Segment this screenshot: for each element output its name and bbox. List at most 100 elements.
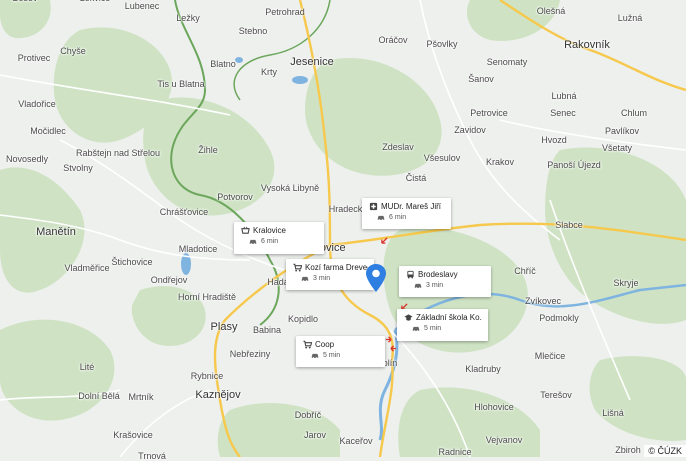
- poi-card-brodeslavy[interactable]: Brodeslavy 3 min: [399, 266, 491, 297]
- place-label: Zbiroh: [615, 445, 641, 455]
- place-label: Chříč: [514, 266, 536, 276]
- place-label: Krty: [260, 67, 278, 77]
- place-label: Žihle: [198, 145, 218, 155]
- car-icon: [412, 325, 420, 332]
- place-label: Chrášťovice: [159, 207, 209, 217]
- map-attribution[interactable]: © ČÚZK: [644, 445, 686, 457]
- place-label: Trnová: [138, 451, 166, 461]
- place-label: Protivec: [17, 53, 51, 63]
- poi-name: Kralovice: [253, 226, 286, 235]
- place-label: Olešná: [536, 6, 566, 16]
- place-label: Ondřejov: [150, 275, 188, 285]
- place-label: Zvíkovec: [524, 296, 562, 306]
- place-label: Kaznějov: [195, 389, 241, 401]
- place-label: Mlečice: [534, 351, 566, 361]
- place-label: Rakovník: [564, 39, 610, 51]
- poi-travel-time: 5 min: [323, 352, 341, 359]
- place-label: Terešov: [540, 390, 572, 400]
- place-label: Rybnice: [190, 371, 224, 381]
- poi-travel-time: 6 min: [389, 214, 407, 221]
- place-label: Horní Hradiště: [177, 292, 237, 302]
- bus-icon: [406, 270, 415, 279]
- place-label: Rabštejn nad Střelou: [75, 148, 161, 158]
- place-label: Lubná: [551, 91, 577, 101]
- poi-pointer-arrow: [385, 330, 392, 343]
- car-icon: [301, 275, 309, 282]
- poi-name: Coop: [315, 340, 335, 349]
- poi-card-farma[interactable]: Kozí farma Drevec 3 min: [286, 259, 374, 290]
- place-label: Pšovlky: [426, 39, 458, 49]
- place-label: Dobříč: [294, 410, 322, 420]
- place-label: Manětín: [36, 226, 76, 238]
- poi-card-skola[interactable]: Základní škola Ko... 5 min: [397, 309, 488, 341]
- poi-travel-time: 3 min: [426, 282, 444, 289]
- place-label: Jesenice: [290, 56, 334, 68]
- place-label: Pavlíkov: [604, 126, 640, 136]
- place-label: Čistá: [405, 173, 427, 183]
- place-label: Nebřeziny: [229, 349, 271, 359]
- place-label: Močidlec: [30, 126, 66, 136]
- place-label: Kopidlo: [287, 314, 319, 324]
- poi-pointer-arrow: [381, 231, 388, 244]
- place-label: Oráčov: [378, 35, 408, 45]
- place-label: Tis u Blatna: [157, 79, 205, 89]
- location-pin-icon[interactable]: [365, 263, 387, 293]
- place-label: Hlohovice: [474, 402, 514, 412]
- shopping-basket-icon: [241, 226, 250, 235]
- poi-name: Kozí farma Drevec: [305, 263, 368, 272]
- place-label: Petrohrad: [265, 7, 305, 17]
- place-label: Všetaty: [601, 143, 633, 153]
- place-label: Vejvanov: [485, 435, 523, 445]
- place-label: Vladměřice: [64, 263, 110, 273]
- place-label: Novosedly: [5, 154, 49, 164]
- poi-card-mudr[interactable]: MUDr. Mareš Jiří 6 min: [362, 198, 451, 229]
- school-icon: [404, 313, 413, 322]
- poi-travel-time: 3 min: [313, 275, 331, 282]
- place-label: Štichovice: [111, 257, 153, 267]
- place-label: Senomaty: [486, 57, 528, 67]
- place-label: Krakov: [485, 157, 515, 167]
- poi-pointer-arrow: [390, 339, 397, 352]
- place-label: Slabce: [555, 220, 583, 230]
- poi-name: Základní škola Ko...: [416, 313, 482, 322]
- place-label: Skryje: [613, 278, 639, 288]
- poi-pointer-arrow: [401, 297, 408, 310]
- place-label: Stvolny: [63, 163, 93, 173]
- place-label: Jarov: [303, 430, 327, 440]
- poi-travel-time: 5 min: [424, 325, 442, 332]
- shopping-cart-icon: [303, 340, 312, 349]
- place-label: Mladotice: [178, 244, 218, 254]
- poi-name: MUDr. Mareš Jiří: [381, 202, 441, 211]
- place-label: Potvorov: [217, 192, 253, 202]
- poi-card-kralovice[interactable]: Kralovice 6 min: [234, 222, 324, 254]
- car-icon: [414, 282, 422, 289]
- car-icon: [311, 352, 319, 359]
- place-label: Vysoká Libyně: [260, 183, 320, 193]
- place-label: Dolní Bělá: [78, 391, 120, 401]
- place-label: Petrovice: [470, 108, 508, 118]
- place-label: Stebno: [238, 26, 268, 36]
- poi-travel-time: 6 min: [261, 238, 279, 245]
- place-label: Mrtník: [128, 392, 154, 402]
- place-label: Ležky: [176, 13, 200, 23]
- place-label: Zavidov: [454, 125, 486, 135]
- place-label: Kaceřov: [339, 436, 373, 446]
- place-label: Lité: [79, 362, 95, 372]
- place-label: Kladruby: [465, 364, 501, 374]
- place-label: Šanov: [468, 74, 494, 84]
- place-label: Podmokly: [539, 313, 579, 323]
- place-label: Vladořice: [18, 99, 56, 109]
- poi-name: Brodeslavy: [418, 270, 458, 279]
- place-label: Lišná: [602, 408, 624, 418]
- place-label: Hvozd: [541, 135, 567, 145]
- car-icon: [249, 238, 257, 245]
- place-label: Krašovice: [113, 430, 153, 440]
- place-label: Lokvice: [80, 0, 111, 3]
- place-label: Senec: [550, 108, 576, 118]
- poi-card-coop[interactable]: Coop 5 min: [296, 336, 385, 367]
- place-label: Chlum: [620, 108, 648, 118]
- place-label: Blatno: [210, 59, 236, 69]
- place-label: Radnice: [438, 447, 472, 457]
- medical-icon: [369, 202, 378, 211]
- place-label: Chyše: [60, 46, 86, 56]
